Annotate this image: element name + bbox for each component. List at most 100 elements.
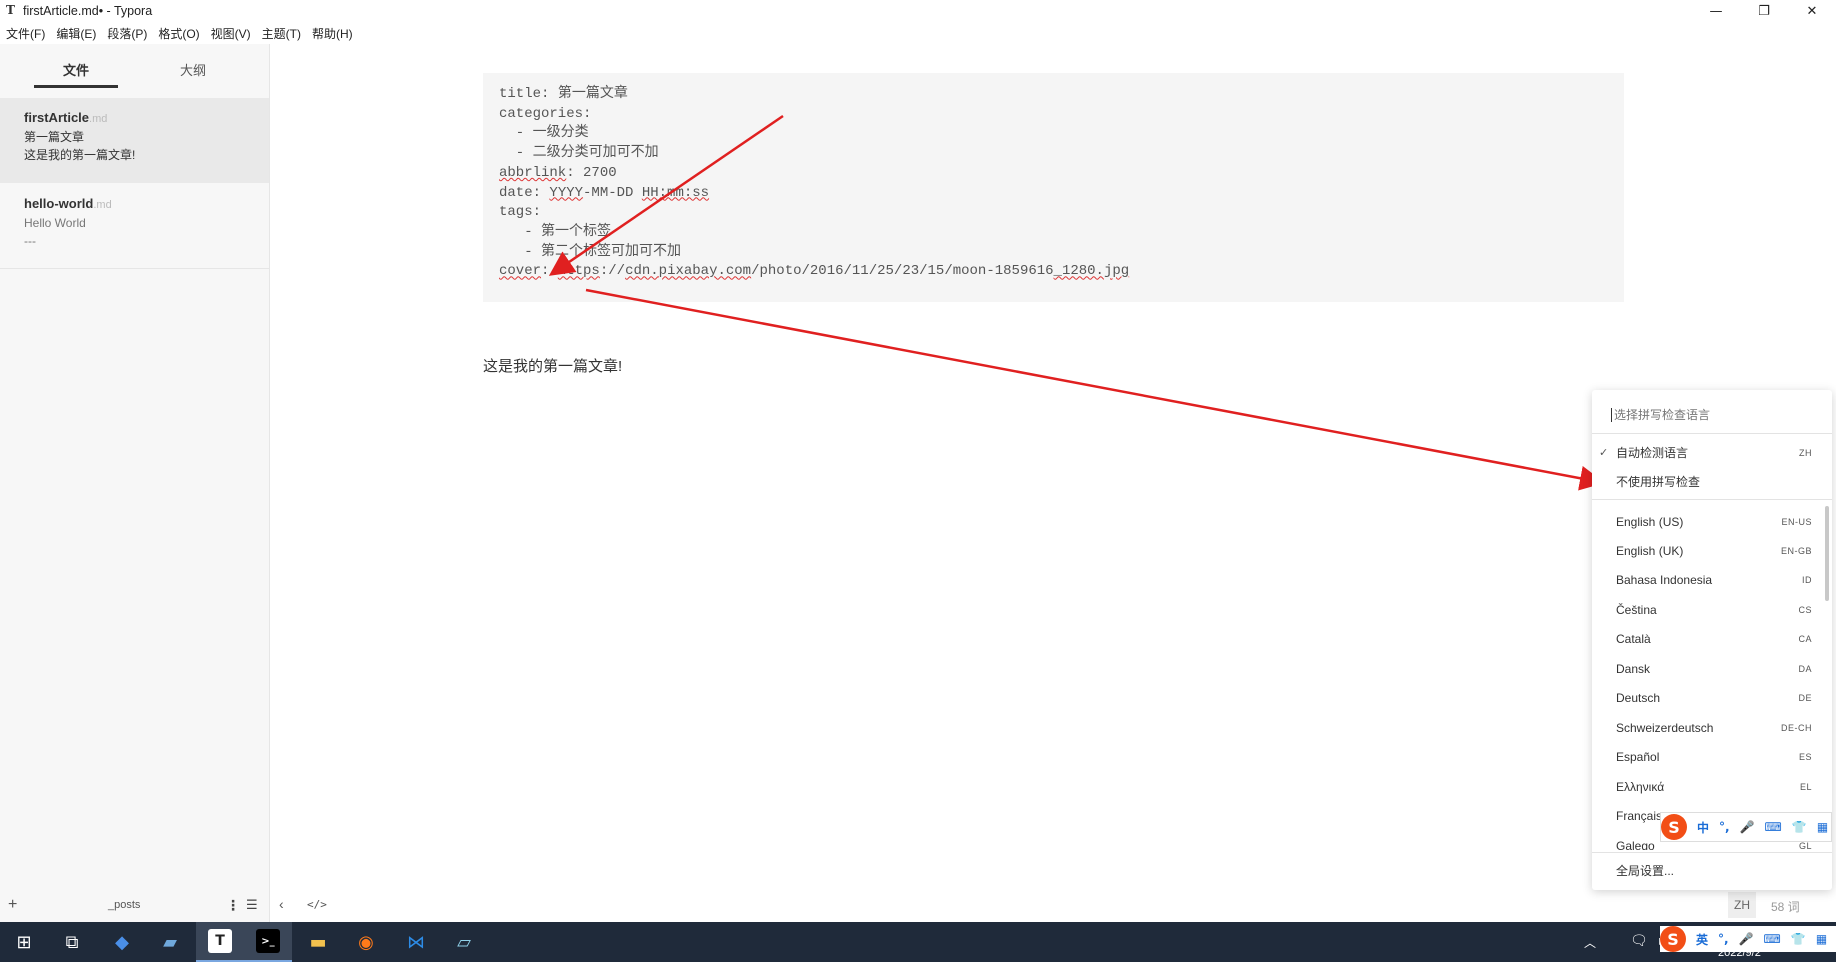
folder-name[interactable]: _posts <box>108 899 140 911</box>
file-name: firstArticle.md <box>24 110 245 125</box>
language-list[interactable]: English (US) EN-US English (UK) EN-GB Baha… <box>1592 505 1832 851</box>
file-name: hello-world.md <box>24 196 245 211</box>
file-preview: Hello World --- <box>24 216 86 248</box>
ime-voice-icon[interactable]: 🎤 <box>1739 932 1754 946</box>
lang-option[interactable]: English (US) EN-US <box>1592 509 1824 534</box>
tab-outline[interactable]: 大纲 <box>151 60 235 79</box>
lang-option[interactable]: Bahasa Indonesia ID <box>1592 567 1824 592</box>
tray-date[interactable]: 2022/9/2 <box>1718 947 1761 959</box>
lang-option[interactable]: Español ES <box>1592 744 1824 769</box>
file-preview: 第一篇文章 这是我的第一篇文章! <box>24 130 136 162</box>
lang-label: Schweizerdeutsch <box>1616 720 1714 735</box>
minimize-button[interactable]: — <box>1696 0 1736 22</box>
lang-option[interactable]: Dansk DA <box>1592 656 1824 681</box>
more-options-icon[interactable]: ⋮ <box>226 897 240 914</box>
ime-toolbox-icon[interactable]: ▦ <box>1817 820 1828 834</box>
typora-taskbar-icon[interactable]: T <box>196 922 244 962</box>
spellcheck-search-input[interactable] <box>1611 408 1811 422</box>
menu-help[interactable]: 帮助(H) <box>306 23 358 43</box>
lang-code: DE <box>1798 692 1812 703</box>
yaml-value: _1280.jpg <box>1053 263 1130 280</box>
ime-toolbox-icon[interactable]: ▦ <box>1816 932 1827 946</box>
yaml-key: tags: <box>499 204 542 221</box>
ime-keyboard-icon[interactable]: ⌨ <box>1765 820 1782 834</box>
app-blue-icon[interactable]: ◆ <box>98 922 146 962</box>
menu-edit[interactable]: 编辑(E) <box>50 23 101 43</box>
lang-option-disable[interactable]: 不使用拼写检查 <box>1592 469 1824 494</box>
lang-code: EL <box>1799 781 1812 792</box>
lang-label: 不使用拼写检查 <box>1616 475 1701 489</box>
spellcheck-language-button[interactable]: ZH <box>1728 892 1756 918</box>
ime-skin-icon[interactable]: 👕 <box>1792 820 1807 834</box>
sogou-logo-icon[interactable]: S <box>1660 926 1686 952</box>
ime-punctuation-icon[interactable]: °, <box>1719 820 1730 834</box>
file-item-hello-world[interactable]: hello-world.md Hello World --- <box>0 184 269 269</box>
ime-punctuation-icon[interactable]: °, <box>1718 932 1729 946</box>
lang-option[interactable]: Schweizerdeutsch DE-CH <box>1592 715 1824 740</box>
lang-code: DA <box>1798 663 1812 674</box>
divider <box>1592 852 1832 853</box>
check-icon: ✓ <box>1599 447 1609 459</box>
tab-files[interactable]: 文件 <box>34 60 118 79</box>
terminal-taskbar-icon[interactable]: >_ <box>244 922 292 962</box>
lang-label: 自动检测语言 <box>1616 446 1689 460</box>
file-item-firstarticle[interactable]: firstArticle.md 第一篇文章 这是我的第一篇文章! <box>0 98 269 183</box>
title-bar: T firstArticle.md• - Typora — ❐ ✕ <box>0 0 1836 22</box>
yaml-list-item: - 二级分类可加可不加 <box>499 145 659 162</box>
firefox-icon[interactable]: ◉ <box>342 922 390 962</box>
lang-label: Français <box>1616 808 1663 823</box>
terminal-icon: >_ <box>256 929 280 953</box>
yaml-list-item: - 一级分类 <box>499 125 589 142</box>
lang-option[interactable]: Deutsch DE <box>1592 685 1824 710</box>
sogou-logo-icon[interactable]: S <box>1661 814 1687 840</box>
lang-option[interactable]: Čeština CS <box>1592 597 1824 622</box>
global-settings-link[interactable]: 全局设置... <box>1616 862 1674 879</box>
ime-keyboard-icon[interactable]: ⌨ <box>1764 932 1781 946</box>
lang-code: EN-GB <box>1780 545 1812 556</box>
yaml-front-matter[interactable]: title: 第一篇文章 categories: - 一级分类 - 二级分类可加… <box>483 73 1624 302</box>
paragraph-text[interactable]: 这是我的第一篇文章! <box>483 355 622 376</box>
yaml-key: abbrlink <box>499 164 567 181</box>
divider <box>1592 433 1832 434</box>
ime-toolbar[interactable]: S 中 °, 🎤 ⌨ 👕 ▦ <box>1660 812 1832 842</box>
menu-view[interactable]: 视图(V) <box>205 23 256 43</box>
lang-option[interactable]: Ελληνικά EL <box>1592 774 1824 799</box>
menu-file[interactable]: 文件(F) <box>0 23 50 43</box>
start-icon[interactable]: ⊞ <box>0 922 48 962</box>
yaml-list-item: - 第二个标签可加可不加 <box>499 243 682 260</box>
close-button[interactable]: ✕ <box>1792 0 1832 22</box>
yaml-key: date: <box>499 184 550 201</box>
task-view-icon[interactable]: ⧉ <box>48 922 96 962</box>
lang-label: Español <box>1616 749 1660 764</box>
typora-icon: T <box>208 929 232 953</box>
ime-chinese-mode[interactable]: 中 <box>1697 819 1709 836</box>
source-code-icon[interactable]: </> <box>307 898 327 911</box>
app-misc-icon[interactable]: ▱ <box>440 922 488 962</box>
lang-option[interactable]: Català CA <box>1592 626 1824 651</box>
ime-skin-icon[interactable]: 👕 <box>1791 932 1806 946</box>
menu-format[interactable]: 格式(O) <box>152 23 204 43</box>
file-explorer-icon[interactable]: ▬ <box>294 922 342 962</box>
ime-english-mode[interactable]: 英 <box>1696 931 1708 948</box>
list-view-icon[interactable]: ☰ <box>246 897 258 913</box>
yaml-sep: : <box>541 263 558 280</box>
lang-option-auto-detect[interactable]: ✓ 自动检测语言 ZH <box>1592 440 1824 465</box>
ime-voice-icon[interactable]: 🎤 <box>1740 820 1755 834</box>
yaml-value: https <box>557 263 600 280</box>
menu-bar: 文件(F) 编辑(E) 段落(P) 格式(O) 视图(V) 主题(T) 帮助(H… <box>0 23 358 43</box>
tray-message-icon[interactable]: 🗨 <box>1630 932 1648 949</box>
tray-overflow-icon[interactable]: ︿ <box>1584 934 1596 951</box>
yaml-value: : 2700 <box>566 164 617 181</box>
nav-back-icon[interactable]: ‹ <box>279 896 284 912</box>
yaml-value: 第一篇文章 <box>557 86 628 102</box>
popup-scrollbar[interactable] <box>1825 506 1829 601</box>
add-file-icon[interactable]: + <box>8 896 17 914</box>
menu-paragraph[interactable]: 段落(P) <box>101 23 152 43</box>
menu-theme[interactable]: 主题(T) <box>256 23 306 43</box>
lang-code: EN-US <box>1781 516 1812 527</box>
restore-button[interactable]: ❐ <box>1744 0 1784 22</box>
word-count[interactable]: 58 词 <box>1771 898 1800 915</box>
lang-option[interactable]: English (UK) EN-GB <box>1592 538 1824 563</box>
vscode-icon[interactable]: ⋈ <box>392 922 440 962</box>
app-notes-icon[interactable]: ▰ <box>146 922 194 962</box>
